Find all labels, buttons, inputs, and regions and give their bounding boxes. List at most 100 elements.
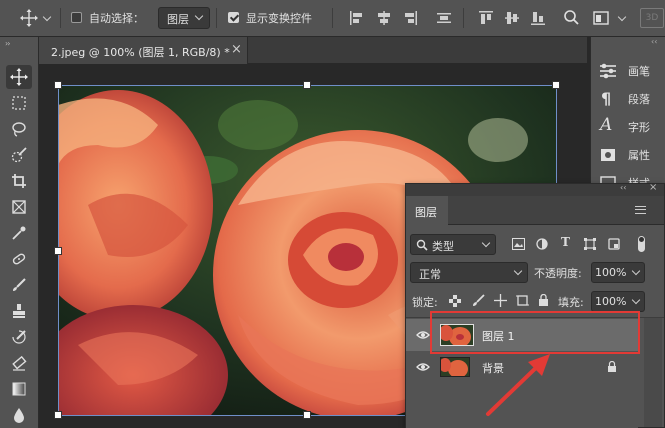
eraser-icon xyxy=(12,355,27,371)
filter-adjustment-icon[interactable] xyxy=(536,238,548,253)
brush-settings-icon xyxy=(600,63,616,79)
eyedropper-icon xyxy=(12,226,26,240)
history-brush-tool[interactable] xyxy=(6,325,32,349)
fill-field[interactable]: 100% xyxy=(591,291,645,312)
blur-tool[interactable] xyxy=(6,403,32,427)
lock-image-pixels-icon[interactable] xyxy=(472,294,485,310)
transform-handle-bm[interactable] xyxy=(303,411,311,419)
drop-icon xyxy=(14,408,24,423)
lock-label: 锁定: xyxy=(412,296,438,309)
align-vertical-center-icon[interactable] xyxy=(504,10,520,26)
history-brush-icon xyxy=(12,330,26,344)
transform-handle-tm[interactable] xyxy=(303,81,311,89)
dock-item-label: 字形 xyxy=(628,121,650,134)
lock-position-icon[interactable] xyxy=(494,294,507,310)
auto-select-label: 自动选择： xyxy=(89,12,144,25)
annotation-arrow xyxy=(486,354,550,416)
dock-item-properties[interactable]: 属性 xyxy=(591,141,665,169)
quick-selection-tool[interactable] xyxy=(6,143,32,167)
auto-select-target-dropdown[interactable]: 图层 xyxy=(158,7,210,29)
auto-select-target-value: 图层 xyxy=(167,13,189,26)
gradient-icon xyxy=(12,382,26,396)
chevron-down-icon xyxy=(481,238,491,248)
stamp-icon xyxy=(13,304,25,318)
layer-filter-value: 类型 xyxy=(432,240,454,253)
search-icon xyxy=(416,239,428,251)
transform-handle-ml[interactable] xyxy=(54,247,62,255)
blend-mode-dropdown[interactable]: 正常 xyxy=(410,262,528,283)
visibility-eye-icon[interactable] xyxy=(416,360,430,374)
filter-shape-icon[interactable] xyxy=(584,238,596,253)
panel-close-icon[interactable]: × xyxy=(649,182,657,193)
align-horizontal-center-icon[interactable] xyxy=(376,10,392,26)
document-tab-title: 2.jpeg @ 100% (图层 1, RGB/8) * xyxy=(51,46,230,59)
panel-collapse-icon[interactable]: ‹‹ xyxy=(620,183,626,192)
crop-tool[interactable] xyxy=(6,169,32,193)
tab-layers-label: 图层 xyxy=(415,206,437,219)
eyedropper-tool[interactable] xyxy=(6,221,32,245)
search-icon[interactable] xyxy=(563,9,580,26)
move-icon xyxy=(10,68,28,86)
frame-icon xyxy=(12,200,26,214)
opacity-field[interactable]: 100% xyxy=(591,262,645,283)
panel-menu-icon[interactable] xyxy=(635,206,646,214)
chevron-down-icon xyxy=(631,266,641,276)
fill-label: 填充: xyxy=(558,296,584,309)
filter-type-icon[interactable]: T xyxy=(561,235,570,249)
auto-select-checkbox[interactable] xyxy=(71,12,82,23)
quick-selection-icon xyxy=(11,147,27,163)
dock-item-brush-settings[interactable]: 画笔 xyxy=(591,57,665,85)
move-tool[interactable] xyxy=(6,65,32,89)
annotation-highlight-box xyxy=(430,311,640,354)
bandage-icon xyxy=(12,253,26,265)
visibility-eye-icon[interactable] xyxy=(416,328,430,342)
dock-item-paragraph[interactable]: ¶ 段落 xyxy=(591,85,665,113)
layer-filter-dropdown[interactable]: 类型 xyxy=(410,234,496,255)
chevron-down-icon xyxy=(513,266,523,276)
layer-list-scrollbar[interactable] xyxy=(644,318,662,427)
align-left-icon[interactable] xyxy=(349,10,365,26)
transform-handle-bl[interactable] xyxy=(54,411,62,419)
transform-handle-tr[interactable] xyxy=(552,81,560,89)
document-tab[interactable]: 2.jpeg @ 100% (图层 1, RGB/8) * × xyxy=(39,37,248,64)
align-top-icon[interactable] xyxy=(478,10,494,26)
tool-preset-caret-icon[interactable] xyxy=(42,12,52,22)
tools-panel: ›› xyxy=(0,37,39,428)
filter-smart-object-icon[interactable] xyxy=(608,238,620,253)
show-transform-checkbox[interactable] xyxy=(228,12,239,23)
workspace-caret-icon[interactable] xyxy=(617,12,627,22)
filter-toggle-switch[interactable] xyxy=(638,236,645,252)
brush-tool[interactable] xyxy=(6,273,32,297)
lasso-tool[interactable] xyxy=(6,117,32,141)
paragraph-icon: ¶ xyxy=(601,89,612,108)
glyphs-icon: A xyxy=(600,115,613,135)
layer-thumbnail xyxy=(440,357,470,377)
dock-item-label: 属性 xyxy=(628,149,650,162)
clone-stamp-tool[interactable] xyxy=(6,299,32,323)
properties-icon xyxy=(601,149,615,161)
collapse-arrows-icon[interactable]: ›› xyxy=(5,39,11,48)
healing-brush-tool[interactable] xyxy=(6,247,32,271)
filter-pixel-icon[interactable] xyxy=(512,238,525,253)
3d-mode-icon[interactable]: 3D xyxy=(640,8,664,28)
frame-tool[interactable] xyxy=(6,195,32,219)
lock-all-icon[interactable] xyxy=(538,293,549,310)
lasso-icon xyxy=(12,122,26,137)
tab-layers[interactable]: 图层 xyxy=(406,196,448,225)
gradient-tool[interactable] xyxy=(6,377,32,401)
distribute-vertical-icon[interactable] xyxy=(436,10,452,26)
chevron-down-icon xyxy=(631,295,641,305)
marquee-tool[interactable] xyxy=(6,91,32,115)
close-icon[interactable]: × xyxy=(231,42,242,57)
dock-item-glyphs[interactable]: A 字形 xyxy=(591,113,665,141)
align-right-icon[interactable] xyxy=(402,10,418,26)
dock-collapse-icon[interactable]: ‹‹ xyxy=(651,37,657,46)
workspace-icon[interactable] xyxy=(593,10,609,26)
transform-handle-tl[interactable] xyxy=(54,81,62,89)
lock-artboard-icon[interactable] xyxy=(516,294,529,310)
lock-transparent-pixels-icon[interactable] xyxy=(449,295,461,310)
align-bottom-icon[interactable] xyxy=(530,10,546,26)
lock-icon xyxy=(608,361,616,372)
move-tool-preset-icon[interactable] xyxy=(20,9,38,27)
eraser-tool[interactable] xyxy=(6,351,32,375)
